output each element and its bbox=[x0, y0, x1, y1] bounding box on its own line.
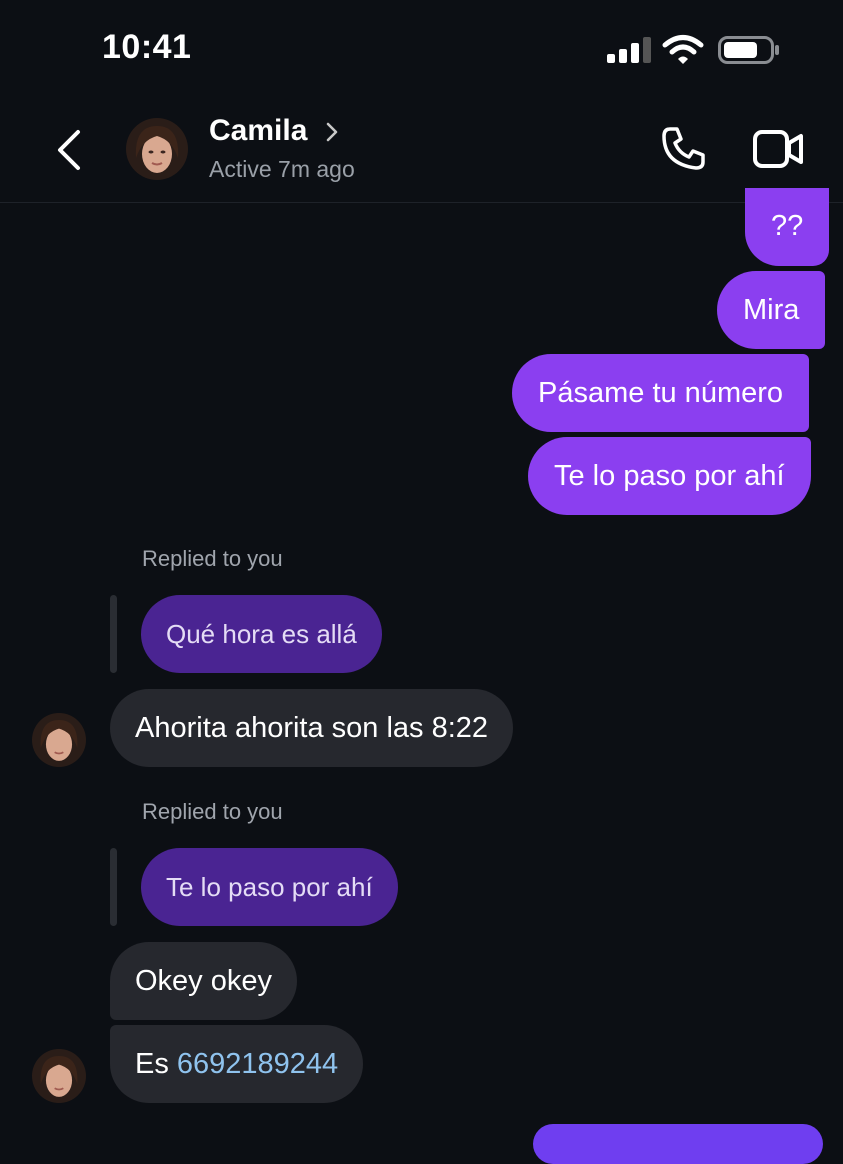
active-status: Active 7m ago bbox=[209, 156, 355, 182]
outgoing-message[interactable]: ?? bbox=[745, 188, 830, 266]
replied-to-you-label: Replied to you bbox=[142, 799, 283, 824]
battery-icon bbox=[718, 36, 779, 64]
back-chevron-icon[interactable] bbox=[52, 128, 86, 172]
incoming-message[interactable]: Ahorita ahorita son las 8:22 bbox=[110, 689, 514, 767]
reply-quote-bar bbox=[110, 848, 117, 926]
cellular-signal-icon bbox=[607, 37, 651, 63]
outgoing-message[interactable]: Pásame tu número bbox=[512, 354, 810, 432]
status-time: 10:41 bbox=[102, 28, 192, 66]
video-call-icon[interactable] bbox=[752, 127, 804, 171]
phone-number-link[interactable]: 6692189244 bbox=[177, 1048, 338, 1080]
incoming-message[interactable]: Es 6692189244 bbox=[110, 1025, 364, 1103]
wifi-icon bbox=[662, 35, 704, 64]
quoted-message[interactable]: Te lo paso por ahí bbox=[141, 848, 398, 926]
replied-to-you-label: Replied to you bbox=[142, 546, 283, 571]
sender-avatar[interactable] bbox=[32, 713, 86, 767]
message-text: Es bbox=[135, 1048, 177, 1080]
outgoing-message[interactable]: Te lo paso por ahí bbox=[528, 437, 811, 515]
outgoing-message[interactable]: Mira bbox=[717, 271, 826, 349]
chat-header: Camila Active 7m ago bbox=[0, 100, 843, 203]
outgoing-message-partial[interactable] bbox=[533, 1124, 823, 1164]
contact-name[interactable]: Camila bbox=[209, 114, 307, 148]
status-bar: 10:41 bbox=[0, 0, 843, 100]
incoming-message[interactable]: Okey okey bbox=[110, 942, 297, 1020]
reply-quote-bar bbox=[110, 595, 117, 673]
quoted-message[interactable]: Qué hora es allá bbox=[141, 595, 382, 673]
chevron-right-icon[interactable] bbox=[324, 121, 340, 143]
phone-call-icon[interactable] bbox=[658, 124, 708, 174]
contact-avatar[interactable] bbox=[126, 118, 188, 180]
sender-avatar[interactable] bbox=[32, 1049, 86, 1103]
